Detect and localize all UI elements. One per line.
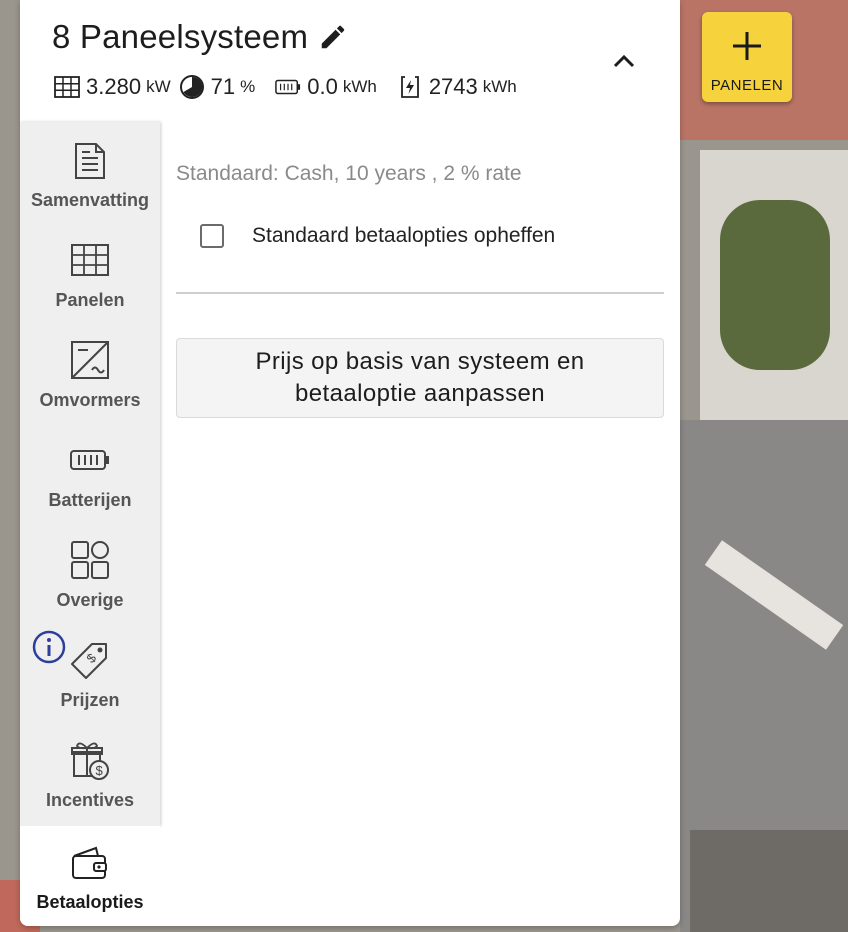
add-panels-button[interactable]: PANELEN [702,12,792,102]
offset-unit: % [240,77,256,96]
add-panels-label: PANELEN [710,77,784,94]
stat-offset: 71 % [179,74,256,100]
sidebar-item-label: Overige [56,590,124,610]
override-checkbox[interactable] [200,224,224,248]
sidebar-item-betaalopties[interactable]: Betaalopties [20,826,160,926]
panel-grid-icon [54,74,80,100]
sidebar-item-omvormers[interactable]: Omvormers [20,322,160,422]
sidebar-item-samenvatting[interactable]: Samenvatting [20,122,160,222]
system-stats: 3.280 kW 71 % 0.0 kWh 2743 kWh [54,74,537,100]
divider [176,292,664,294]
wallet-icon [70,844,110,884]
grid-shapes-icon [70,540,110,580]
svg-text:$: $ [96,763,104,778]
offset-value: 71 [210,74,236,99]
sidebar-item-overige[interactable]: Overige [20,522,160,622]
override-label[interactable]: Standaard betaalopties opheffen [252,224,555,248]
stat-battery: 0.0 kWh [275,74,377,100]
sidebar-item-label: Betaalopties [36,892,144,912]
info-icon[interactable] [32,630,66,664]
battery-icon [70,440,110,480]
chevron-up-icon[interactable] [610,48,638,76]
override-row[interactable]: Standaard betaalopties opheffen [200,224,555,248]
panel-header: 8 Paneelsysteem 3.280 kW 71 % 0.0 kWh 27… [20,0,680,122]
stat-production: 2743 kWh [397,74,517,100]
svg-text:$: $ [83,650,99,666]
sidebar-item-label: Omvormers [39,390,141,410]
energy-bolt-icon [397,74,423,100]
sidebar: Samenvatting Panelen Omvormers Batterije… [20,122,160,826]
sidebar-item-label: Prijzen [60,690,120,710]
sidebar-item-label: Panelen [55,290,125,310]
sidebar-item-panelen[interactable]: Panelen [20,222,160,322]
production-value: 2743 [428,74,478,99]
map-tree [720,200,830,370]
system-panel: 8 Paneelsysteem 3.280 kW 71 % 0.0 kWh 27… [20,0,680,926]
adjust-price-button[interactable]: Prijs op basis van systeem en betaalopti… [176,338,664,418]
battery-icon [275,74,301,100]
pie-chart-icon [179,74,205,100]
map-cars [690,830,848,932]
inverter-icon [70,340,110,380]
document-icon [70,140,110,180]
sidebar-item-label: Incentives [45,790,135,810]
power-value: 3.280 [86,74,142,99]
production-unit: kWh [482,77,517,96]
sidebar-item-batterijen[interactable]: Batterijen [20,422,160,522]
power-unit: kW [146,77,171,96]
panel-grid-icon [70,240,110,280]
system-title: 8 Paneelsysteem [52,18,309,55]
sidebar-item-label: Batterijen [48,490,132,510]
sidebar-item-label: Samenvatting [30,190,150,210]
pencil-icon[interactable] [318,22,348,52]
sidebar-item-incentives[interactable]: $ Incentives [20,722,160,822]
battery-unit: kWh [342,77,377,96]
stat-power: 3.280 kW [54,74,171,100]
price-tag-icon: $ [70,640,110,680]
title-row: 8 Paneelsysteem [52,18,348,56]
gift-money-icon: $ [70,740,110,780]
battery-value: 0.0 [307,74,338,99]
plus-icon [731,30,763,62]
standard-payment-text: Standaard: Cash, 10 years , 2 % rate [176,162,522,185]
